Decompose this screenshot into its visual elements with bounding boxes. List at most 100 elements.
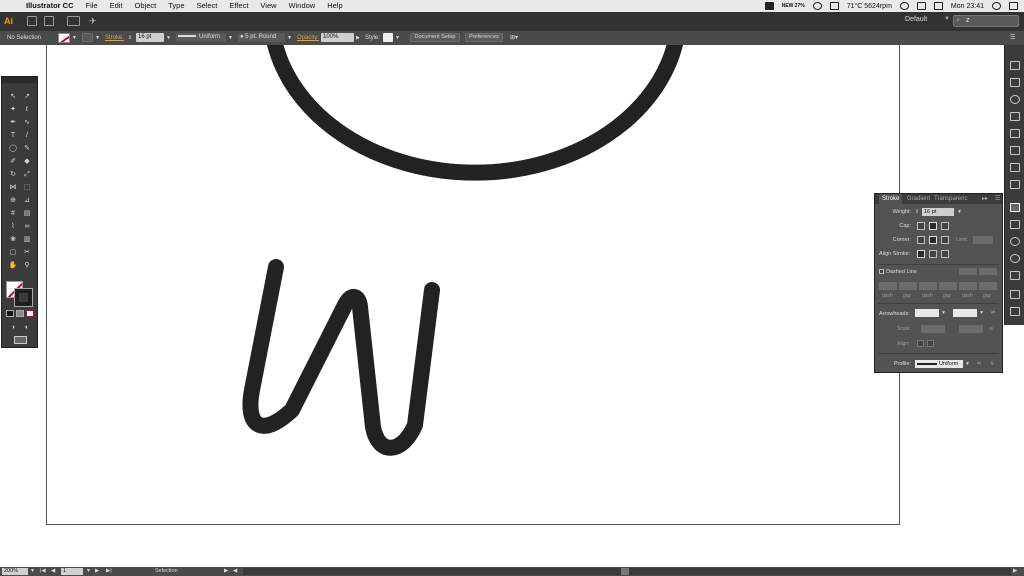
chevron-down-icon[interactable]: ▼ xyxy=(86,568,91,575)
scroll-right-icon[interactable]: ▶ xyxy=(1013,568,1017,575)
properties-panel-icon[interactable] xyxy=(1010,129,1020,138)
stroke-weight-field[interactable]: 16 pt xyxy=(136,33,164,42)
arrow-tip-beyond-button[interactable] xyxy=(917,340,924,347)
document-setup-button[interactable]: Document Setup xyxy=(410,33,460,42)
pen-tool-icon[interactable]: ✒ xyxy=(8,118,18,127)
start-arrowhead-select[interactable] xyxy=(915,309,939,317)
clock[interactable]: Mon 23:41 xyxy=(951,3,984,10)
chevron-down-icon[interactable]: ▼ xyxy=(287,34,292,42)
panel-menu-icon[interactable]: ☰ xyxy=(1010,34,1015,42)
canvas[interactable] xyxy=(0,45,1003,567)
align-center-button[interactable] xyxy=(917,250,925,258)
width-tool-icon[interactable]: ⋈ xyxy=(8,183,18,192)
symbol-sprayer-tool-icon[interactable]: ❀ xyxy=(8,235,18,244)
eraser-tool-icon[interactable]: ◆ xyxy=(22,157,32,166)
free-transform-tool-icon[interactable]: ⬚ xyxy=(22,183,32,192)
display-icon[interactable] xyxy=(829,2,839,10)
menu-effect[interactable]: Effect xyxy=(223,0,254,12)
draw-behind-icon[interactable]: ◐ xyxy=(22,323,32,332)
workspace-switcher[interactable]: Default xyxy=(905,16,927,23)
menu-help[interactable]: Help xyxy=(321,0,348,12)
end-scale-field[interactable] xyxy=(959,325,983,333)
scale-tool-icon[interactable]: ⤢ xyxy=(22,170,32,179)
artboard-tool-icon[interactable]: ▢ xyxy=(8,248,18,257)
dash-3-field[interactable] xyxy=(959,282,977,290)
draw-normal-icon[interactable]: ◑ xyxy=(8,323,18,332)
opacity-label[interactable]: Opacity: xyxy=(297,34,319,42)
chevron-down-icon[interactable]: ▼ xyxy=(944,16,950,22)
horizontal-scrollbar[interactable] xyxy=(243,568,1011,575)
eyedropper-tool-icon[interactable]: ⌇ xyxy=(8,222,18,231)
paintbrush-tool-icon[interactable]: ✎ xyxy=(22,144,32,153)
end-arrowhead-select[interactable] xyxy=(953,309,977,317)
menu-edit[interactable]: Edit xyxy=(104,0,129,12)
status-mode[interactable]: Selection xyxy=(155,568,178,575)
tab-stroke[interactable]: Stroke xyxy=(879,194,903,204)
tab-gradient[interactable]: Gradient xyxy=(904,194,933,204)
transparency-panel-icon[interactable] xyxy=(1010,271,1020,280)
weight-field[interactable]: 16 pt xyxy=(922,208,954,216)
panel-menu-icon[interactable]: ☰ xyxy=(992,194,1003,204)
libraries-panel-icon[interactable] xyxy=(1010,95,1020,104)
battery-status[interactable]: NEW 27% xyxy=(782,3,805,9)
projecting-cap-button[interactable] xyxy=(941,222,949,230)
appearance-panel-icon[interactable] xyxy=(1010,254,1020,263)
search-input[interactable]: ⌕ z xyxy=(953,15,1019,27)
circle-path[interactable] xyxy=(267,45,683,181)
gap-2-field[interactable] xyxy=(939,282,957,290)
artboard-number-field[interactable]: 1 xyxy=(61,568,83,575)
align-panel-icon[interactable] xyxy=(1010,146,1020,155)
gap-3-field[interactable] xyxy=(979,282,997,290)
links-panel-icon[interactable] xyxy=(1010,307,1020,316)
creative-cloud-icon[interactable] xyxy=(764,2,774,10)
scroll-left-icon[interactable]: ◀ xyxy=(233,568,237,575)
ellipse-tool-icon[interactable]: ◯ xyxy=(8,144,18,153)
stroke-panel-icon[interactable] xyxy=(1010,203,1020,212)
battery-icon[interactable] xyxy=(933,2,943,10)
gradient-mode-icon[interactable] xyxy=(16,310,24,317)
chevron-right-icon[interactable]: ▶ xyxy=(356,34,360,42)
arrange-documents-icon[interactable] xyxy=(67,16,80,26)
graphic-style-swatch[interactable] xyxy=(383,33,393,42)
menu-type[interactable]: Type xyxy=(162,0,190,12)
arrow-tip-at-end-button[interactable] xyxy=(927,340,934,347)
chevron-down-icon[interactable]: ▼ xyxy=(395,34,400,42)
artboards-panel-icon[interactable] xyxy=(1010,61,1020,70)
collapse-icon[interactable]: ▸▸ xyxy=(979,194,991,204)
butt-cap-button[interactable] xyxy=(917,222,925,230)
symbols-panel-icon[interactable] xyxy=(1010,163,1020,172)
mesh-tool-icon[interactable]: # xyxy=(8,209,18,218)
type-tool-icon[interactable]: T xyxy=(8,131,18,140)
sync-icon[interactable] xyxy=(812,2,822,10)
chevron-down-icon[interactable]: ▼ xyxy=(95,34,100,42)
shaper-tool-icon[interactable]: ✐ xyxy=(8,157,18,166)
stroke-color-swatch[interactable] xyxy=(14,288,33,307)
scrollbar-thumb[interactable] xyxy=(621,568,629,575)
dashed-line-checkbox[interactable] xyxy=(879,269,884,274)
flip-along-icon[interactable]: ⇆ xyxy=(977,361,981,367)
zoom-tool-icon[interactable]: ⚲ xyxy=(22,261,32,270)
stepper-icon[interactable]: ⇕ xyxy=(128,34,132,42)
menu-view[interactable]: View xyxy=(254,0,282,12)
opacity-field[interactable]: 100% xyxy=(321,33,354,42)
gradient-tool-icon[interactable]: ▤ xyxy=(22,209,32,218)
column-graph-tool-icon[interactable]: ▥ xyxy=(22,235,32,244)
stroke-label[interactable]: Stroke: xyxy=(105,34,124,42)
swap-arrowheads-icon[interactable]: ⇄ xyxy=(991,310,995,316)
menu-app-name[interactable]: Illustrator CC xyxy=(20,0,80,12)
shape-builder-tool-icon[interactable]: ⊕ xyxy=(8,196,18,205)
brush-definition[interactable]: ● 5 pt. Round xyxy=(238,33,285,42)
menu-file[interactable]: File xyxy=(80,0,104,12)
gradient-panel-icon[interactable] xyxy=(1010,220,1020,229)
chevron-down-icon[interactable]: ▼ xyxy=(228,34,233,42)
variable-width-profile[interactable]: Uniform xyxy=(176,33,226,42)
direct-selection-tool-icon[interactable]: ↗ xyxy=(22,92,32,101)
last-artboard-icon[interactable]: ▶| xyxy=(106,568,112,575)
chevron-down-icon[interactable]: ▼ xyxy=(30,568,35,575)
lasso-tool-icon[interactable]: ℓ xyxy=(22,105,32,114)
color-panel-icon[interactable] xyxy=(1010,237,1020,246)
miter-join-button[interactable] xyxy=(917,236,925,244)
bevel-join-button[interactable] xyxy=(941,236,949,244)
chevron-down-icon[interactable]: ▼ xyxy=(957,209,962,215)
curvature-tool-icon[interactable]: ∿ xyxy=(22,118,32,127)
